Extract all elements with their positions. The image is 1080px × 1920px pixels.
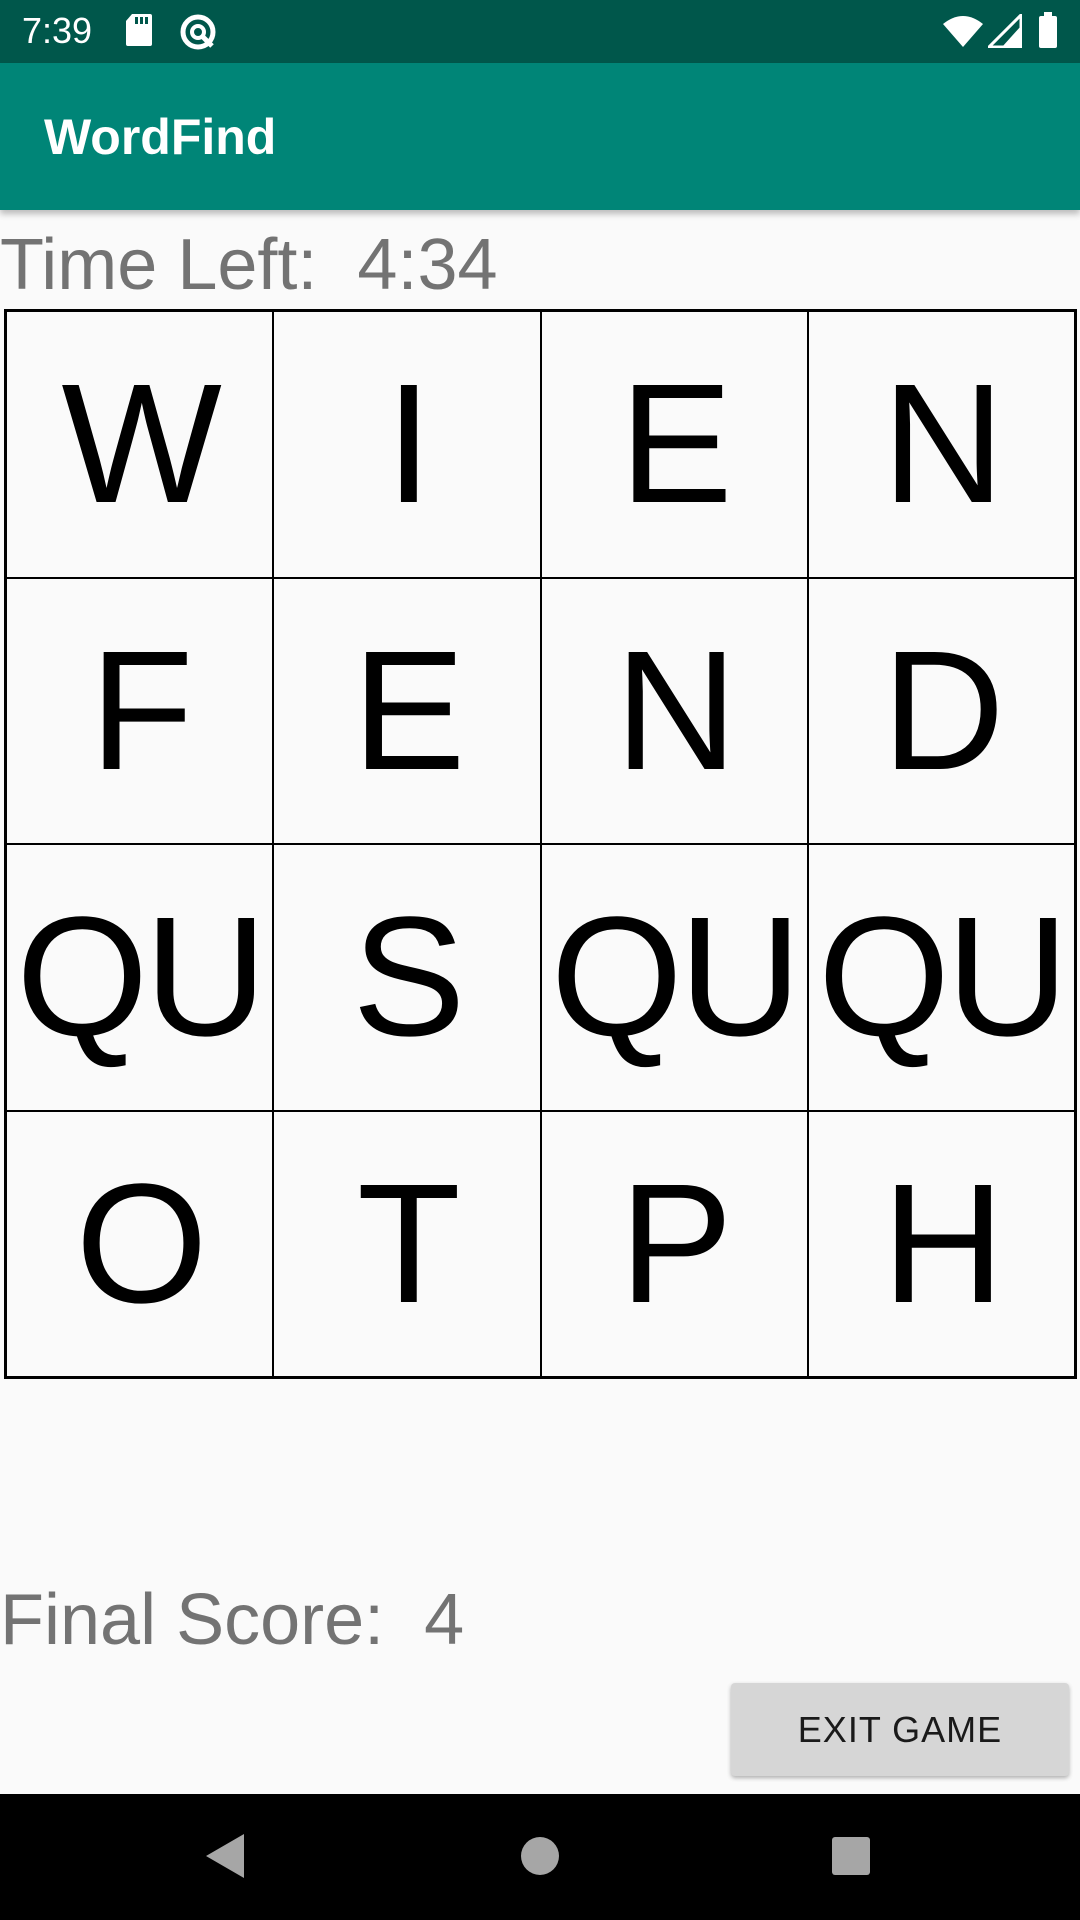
board-tile-r1c1[interactable]: W <box>6 311 274 578</box>
app-bar: WordFind <box>0 63 1080 210</box>
board-tile-r3c3[interactable]: QU <box>540 844 808 1111</box>
wifi-icon <box>942 14 984 53</box>
recents-icon[interactable] <box>826 1830 876 1887</box>
sd-card-icon <box>124 12 154 53</box>
sync-icon <box>178 12 218 57</box>
board-tile-r1c4[interactable]: N <box>807 311 1075 578</box>
home-icon[interactable] <box>515 1830 565 1887</box>
board-tile-r3c2[interactable]: S <box>273 844 541 1111</box>
board-tile-r3c1[interactable]: QU <box>6 844 274 1111</box>
app-title: WordFind <box>44 109 277 165</box>
board-tile-r4c4[interactable]: H <box>807 1110 1075 1377</box>
back-icon[interactable] <box>200 1830 250 1887</box>
status-bar: 7:39 <box>0 0 1080 63</box>
board-tile-r4c2[interactable]: T <box>273 1110 541 1377</box>
board-tile-r1c3[interactable]: E <box>540 311 808 578</box>
letter-board: W I E N F E N D QU S QU QU O T P H <box>4 309 1077 1379</box>
cell-signal-icon <box>985 11 1023 53</box>
time-left-label: Time Left: 4:34 <box>0 225 498 305</box>
board-tile-r1c2[interactable]: I <box>273 311 541 578</box>
board-tile-r3c4[interactable]: QU <box>807 844 1075 1111</box>
exit-game-button[interactable]: EXIT GAME <box>731 1683 1069 1776</box>
final-score-label: Final Score: 4 <box>0 1580 465 1660</box>
navigation-bar <box>0 1794 1080 1920</box>
battery-icon <box>1038 12 1058 53</box>
board-tile-r2c2[interactable]: E <box>273 577 541 844</box>
board-tile-r2c4[interactable]: D <box>807 577 1075 844</box>
board-tile-r4c3[interactable]: P <box>540 1110 808 1377</box>
board-tile-r2c1[interactable]: F <box>6 577 274 844</box>
status-time: 7:39 <box>22 10 93 51</box>
board-tile-r4c1[interactable]: O <box>6 1110 274 1377</box>
board-tile-r2c3[interactable]: N <box>540 577 808 844</box>
